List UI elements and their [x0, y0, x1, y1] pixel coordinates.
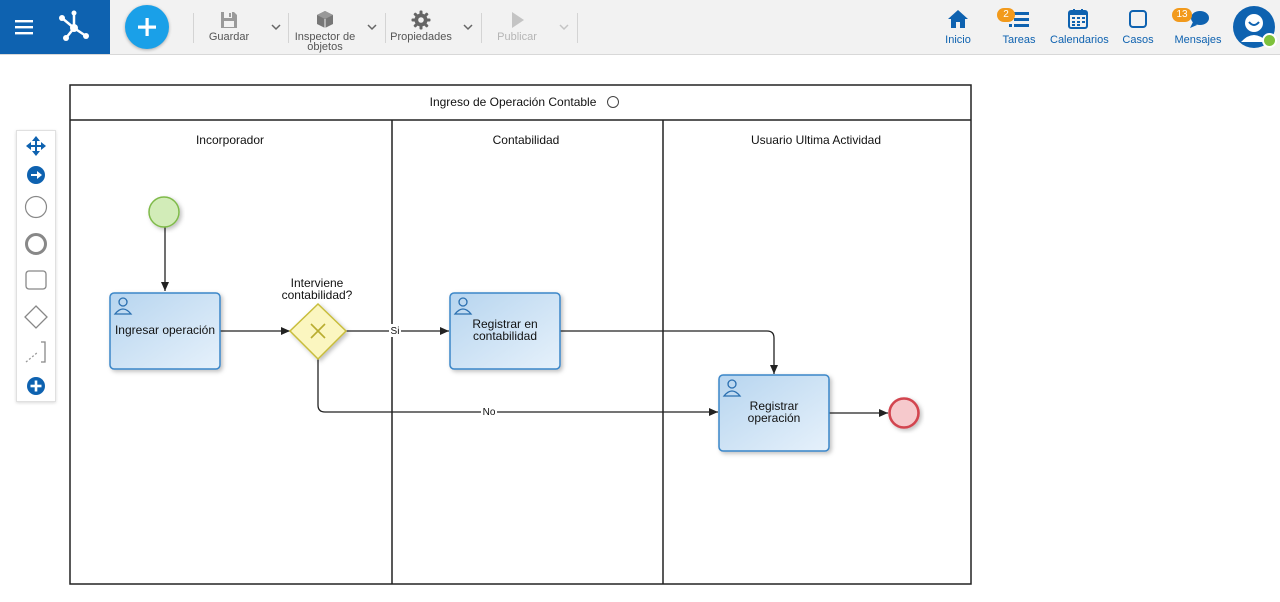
- lane-title-incorporador: Incorporador: [196, 133, 264, 147]
- pool-title: Ingreso de Operación Contable: [430, 95, 597, 109]
- task-registrar-operacion[interactable]: Registrar operación: [718, 374, 830, 452]
- task-ingresar-operacion[interactable]: Ingresar operación: [109, 292, 221, 370]
- task-label-line2: contabilidad: [473, 329, 537, 343]
- bpmn-canvas[interactable]: Ingreso de Operación Contable Incorporad…: [0, 0, 1280, 602]
- flow-label-si: Si: [391, 326, 400, 337]
- lane-title-usuario-ultima-actividad: Usuario Ultima Actividad: [751, 133, 881, 147]
- lane-title-contabilidad: Contabilidad: [493, 133, 560, 147]
- gateway-label-line2: contabilidad?: [282, 288, 353, 302]
- pool-status-circle-icon[interactable]: [607, 96, 619, 108]
- task-label: Ingresar operación: [115, 323, 215, 337]
- task-registrar-en-contabilidad[interactable]: Registrar en contabilidad: [449, 292, 561, 370]
- task-label-line2: operación: [748, 411, 801, 425]
- end-event[interactable]: [888, 397, 920, 429]
- start-event[interactable]: [148, 196, 180, 228]
- flow-label-no: No: [483, 407, 496, 418]
